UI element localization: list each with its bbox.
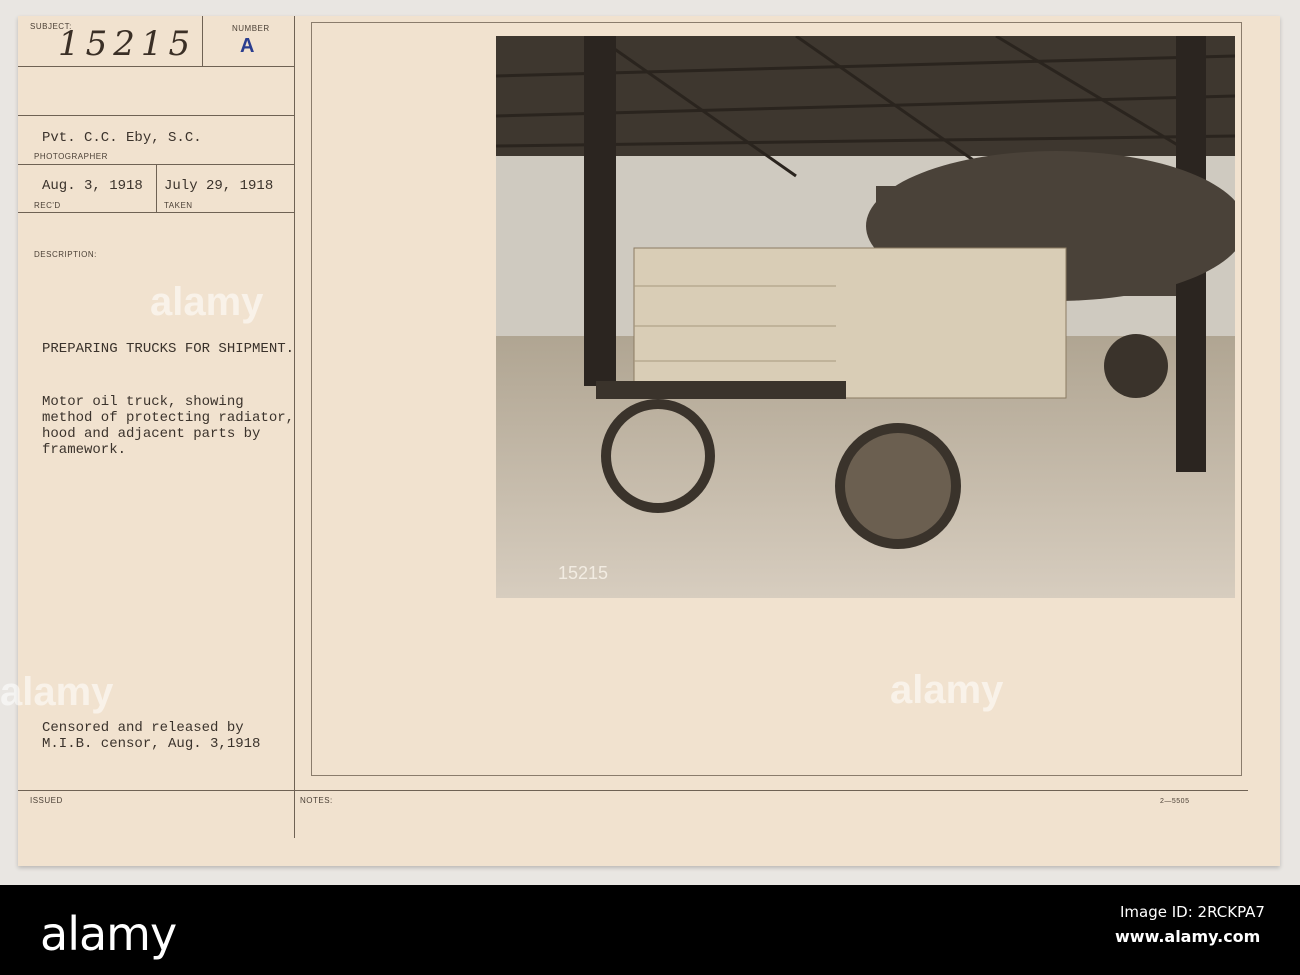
taken-label: TAKEN [164, 201, 193, 210]
divider [18, 66, 294, 67]
divider [294, 16, 295, 838]
archival-photo-card: SUBJECT: 15215 NUMBER A Pvt. C.C. Eby, S… [18, 16, 1280, 866]
form-number: 2—5505 [1160, 798, 1190, 805]
divider [18, 212, 294, 213]
subject-number: 15215 [58, 24, 197, 64]
number-value: A [240, 35, 255, 57]
footer-bar: alamy Image ID: 2RCKPA7 www.alamy.com [0, 885, 1300, 975]
truck-photograph: 15215 [496, 36, 1235, 598]
photographer-name: Pvt. C.C. Eby, S.C. [42, 130, 202, 146]
divider [18, 115, 294, 116]
divider [156, 164, 157, 212]
alamy-logo: alamy [40, 907, 177, 961]
watermark: alamy [890, 668, 1004, 712]
description-text: Motor oil truck, showing method of prote… [42, 394, 295, 458]
image-id: Image ID: 2RCKPA7 [1120, 903, 1265, 921]
photographer-label: PHOTOGRAPHER [34, 152, 108, 161]
photo-caption: 15215 [558, 563, 609, 583]
issued-label: ISSUED [30, 796, 63, 805]
censor-note: Censored and released by M.I.B. censor, … [42, 720, 261, 752]
truck-photo-image [496, 36, 1235, 598]
watermark: alamy [150, 280, 264, 324]
number-label: NUMBER [232, 24, 270, 33]
site-url[interactable]: www.alamy.com [1115, 927, 1260, 946]
watermark: alamy [0, 670, 114, 714]
received-date: Aug. 3, 1918 [42, 178, 143, 194]
description-heading: PREPARING TRUCKS FOR SHIPMENT. [42, 341, 295, 357]
description-label: DESCRIPTION: [34, 250, 97, 259]
divider [18, 790, 1248, 791]
notes-label: NOTES: [300, 796, 333, 805]
taken-date: July 29, 1918 [164, 178, 274, 194]
divider [202, 16, 203, 66]
received-label: REC'D [34, 201, 61, 210]
